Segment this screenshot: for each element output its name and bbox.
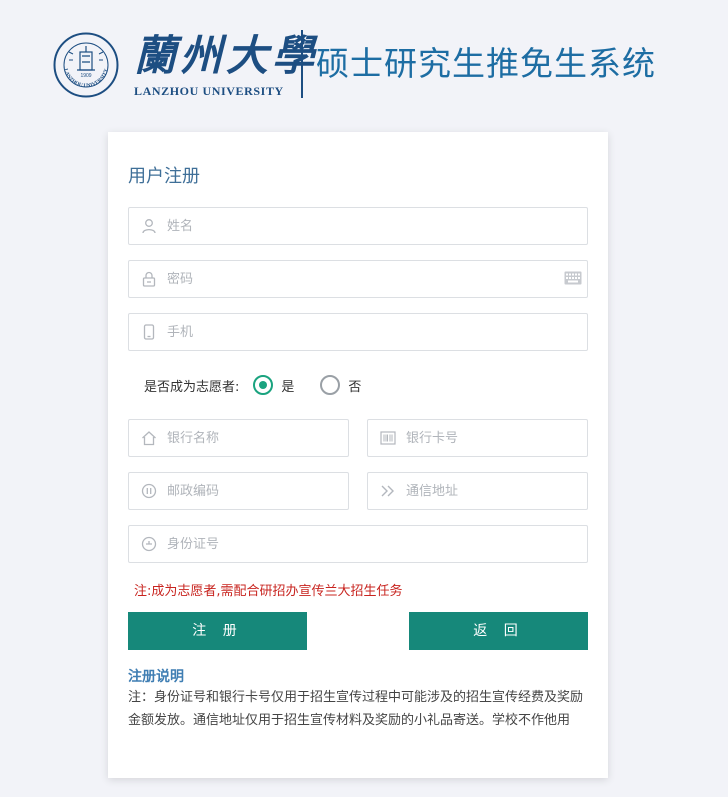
back-button[interactable]: 返 回 xyxy=(409,612,588,650)
page-header: LANZHOU UNIVERSITY 1909 蘭州大學 LANZHOU UNI… xyxy=(0,0,728,120)
postcode-field[interactable] xyxy=(128,472,349,510)
home-icon xyxy=(141,430,157,446)
name-field[interactable] xyxy=(128,207,588,245)
id-number-input[interactable] xyxy=(167,526,577,562)
lock-icon xyxy=(141,271,157,287)
keyboard-icon[interactable] xyxy=(564,271,582,285)
volunteer-note: 注:成为志愿者,需配合研招办宣传兰大招生任务 xyxy=(134,584,403,599)
address-field[interactable] xyxy=(367,472,588,510)
barcode-icon xyxy=(380,430,396,446)
radio-checked-icon[interactable] xyxy=(253,375,274,395)
pause-circle-icon xyxy=(141,483,157,499)
bank-card-field[interactable] xyxy=(367,419,588,457)
register-card: 用户注册 是否成为志愿者: 是 否 xyxy=(108,132,608,778)
bank-name-field[interactable] xyxy=(128,419,349,457)
phone-field[interactable] xyxy=(128,313,588,351)
postcode-input[interactable] xyxy=(167,473,338,509)
phone-input[interactable] xyxy=(167,314,577,350)
radio-unchecked-icon[interactable] xyxy=(320,375,341,395)
address-input[interactable] xyxy=(406,473,577,509)
name-input[interactable] xyxy=(167,208,577,244)
university-name-chinese: 蘭州大學 xyxy=(134,31,319,80)
volunteer-question: 是否成为志愿者: xyxy=(144,379,240,395)
volunteer-group: 是否成为志愿者: 是 否 xyxy=(144,372,361,398)
seal-year: 1909 xyxy=(80,73,91,79)
id-card-icon xyxy=(141,536,157,552)
volunteer-no-label: 否 xyxy=(348,379,362,395)
university-name-english: LANZHOU UNIVERSITY xyxy=(134,84,284,98)
double-chevron-right-icon xyxy=(380,483,396,499)
volunteer-no-radio[interactable]: 否 xyxy=(320,375,361,395)
explanation-body: 注：身份证号和银行卡号仅用于招生宣传过程中可能涉及的招生宣传经费及奖励金额发放。… xyxy=(128,690,584,728)
bank-card-input[interactable] xyxy=(406,420,577,456)
mobile-phone-icon xyxy=(141,324,157,340)
register-button[interactable]: 注 册 xyxy=(128,612,307,650)
header-divider xyxy=(301,30,303,98)
user-icon xyxy=(141,218,157,234)
university-seal-logo: LANZHOU UNIVERSITY 1909 xyxy=(53,32,119,98)
volunteer-yes-radio[interactable]: 是 xyxy=(253,375,294,395)
explanation-title: 注册说明 xyxy=(128,669,184,685)
system-title: 硕士研究生推免生系统 xyxy=(316,44,656,83)
password-field[interactable] xyxy=(128,260,588,298)
bank-name-input[interactable] xyxy=(167,420,338,456)
password-input[interactable] xyxy=(167,261,577,297)
form-title: 用户注册 xyxy=(128,166,200,187)
volunteer-yes-label: 是 xyxy=(281,379,295,395)
id-number-field[interactable] xyxy=(128,525,588,563)
